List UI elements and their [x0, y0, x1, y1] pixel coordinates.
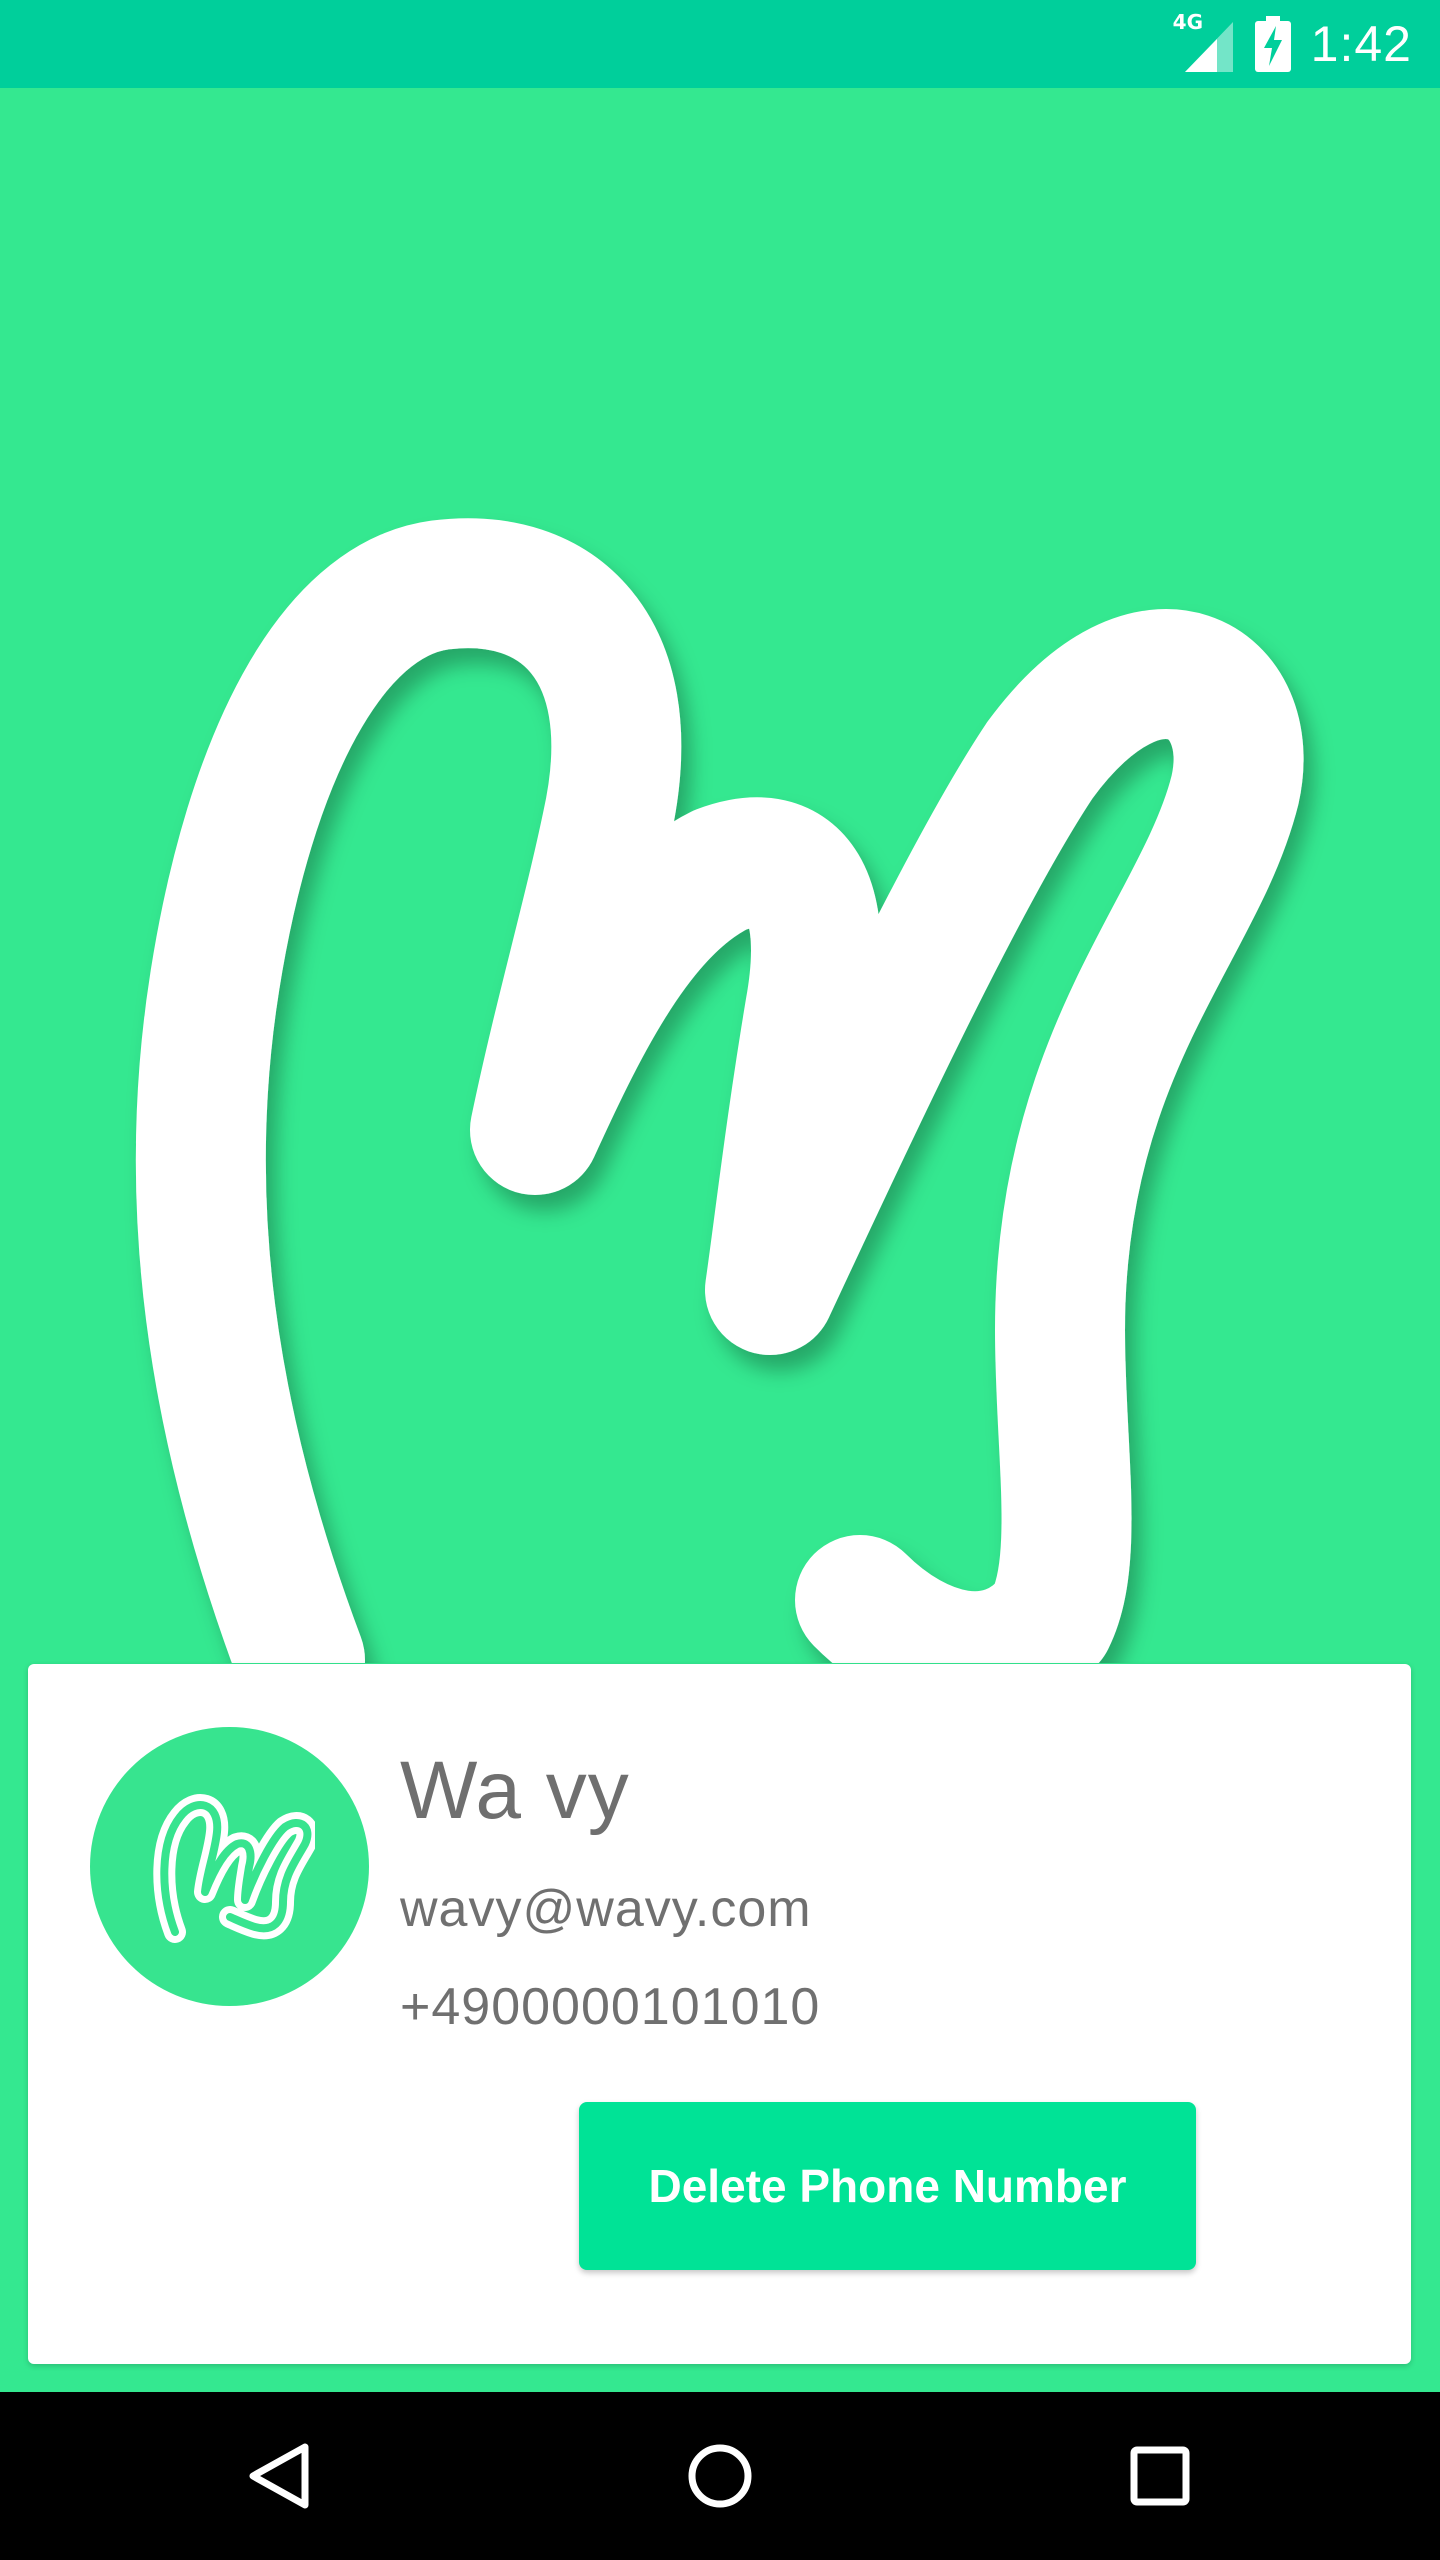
signal-icon: 4G	[1173, 10, 1235, 74]
wavy-logo-icon	[152, 1793, 315, 1943]
battery-charging-icon	[1254, 16, 1291, 72]
home-button[interactable]	[670, 2426, 770, 2526]
back-icon	[249, 2443, 309, 2509]
clock: 1:42	[1310, 16, 1412, 72]
navigation-bar	[0, 2392, 1440, 2560]
profile-card: Wa vy wavy@wavy.com +4900000101010 Delet…	[28, 1664, 1411, 2364]
profile-email: wavy@wavy.com	[400, 1880, 812, 1938]
network-label: 4G	[1172, 10, 1204, 34]
delete-phone-number-button[interactable]: Delete Phone Number	[579, 2102, 1196, 2270]
profile-name: Wa vy	[400, 1745, 630, 1836]
back-button[interactable]	[230, 2426, 330, 2526]
recents-button[interactable]	[1110, 2426, 1210, 2526]
avatar	[90, 1727, 369, 2006]
status-icons: 4G 1:42	[1173, 0, 1412, 88]
home-icon	[688, 2444, 752, 2508]
profile-phone: +4900000101010	[400, 1978, 821, 2036]
wavy-logo-large	[135, 518, 1304, 1663]
hero-banner	[0, 88, 1440, 1663]
recents-icon	[1130, 2446, 1190, 2506]
status-bar: 4G 1:42	[0, 0, 1440, 88]
